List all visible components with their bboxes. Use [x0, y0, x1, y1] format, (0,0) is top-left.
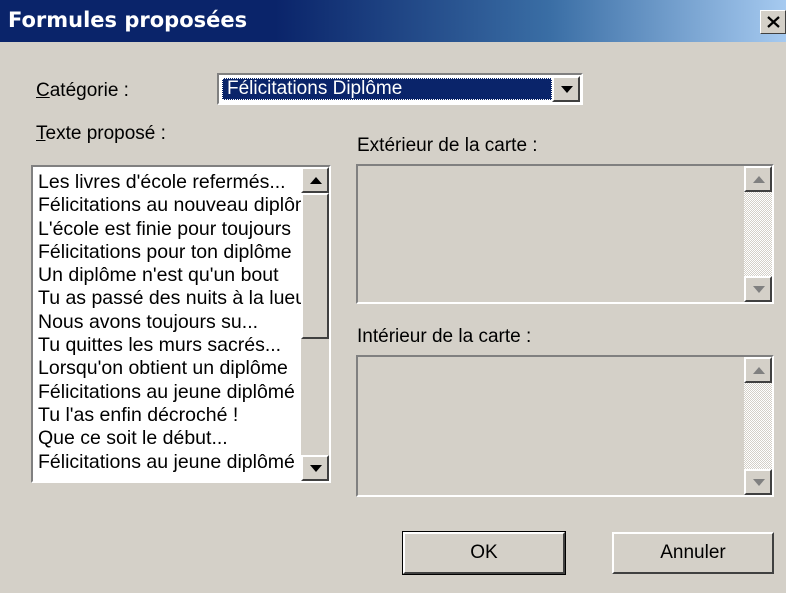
arrow-down-icon [310, 465, 322, 472]
outside-label: Extérieur de la carte : [357, 135, 538, 156]
category-dropdown-button[interactable] [552, 76, 580, 102]
list-item[interactable]: Félicitations au jeune diplômé [38, 451, 304, 474]
list-item[interactable]: Félicitations au nouveau diplômé [38, 194, 304, 217]
title-bar[interactable]: Formules proposées [0, 0, 786, 42]
list-item[interactable]: Tu quittes les murs sacrés... [38, 334, 304, 357]
texts-label: Texte proposé : [36, 123, 166, 144]
scroll-up-button[interactable] [744, 166, 772, 192]
inside-label: Intérieur de la carte : [357, 326, 532, 347]
ok-button[interactable]: OK [402, 531, 566, 575]
scroll-down-button[interactable] [301, 455, 329, 481]
category-label: Catégorie : [36, 80, 129, 101]
scroll-down-button[interactable] [744, 469, 772, 495]
arrow-up-icon [753, 176, 765, 183]
outside-scrollbar[interactable] [744, 166, 772, 302]
arrow-up-icon [310, 177, 322, 184]
list-item[interactable]: Les livres d'école refermés... [38, 171, 304, 194]
list-item[interactable]: Nous avons toujours su... [38, 311, 304, 334]
close-button[interactable] [760, 10, 786, 34]
scroll-down-button[interactable] [744, 276, 772, 302]
scroll-up-button[interactable] [744, 357, 772, 383]
arrow-down-icon [753, 286, 765, 293]
list-item[interactable]: L'école est finie pour toujours [38, 218, 304, 241]
formules-dialog: Formules proposées Catégorie : Félicitat… [0, 0, 786, 593]
inside-text-field[interactable] [356, 355, 774, 497]
window-title: Formules proposées [8, 8, 248, 32]
scroll-up-button[interactable] [301, 167, 329, 193]
list-item[interactable]: Tu as passé des nuits à la lueur [38, 287, 304, 310]
list-item[interactable]: Félicitations pour ton diplôme [38, 241, 304, 264]
arrow-up-icon [753, 367, 765, 374]
cancel-button[interactable]: Annuler [612, 532, 774, 574]
category-select[interactable]: Félicitations Diplôme [217, 73, 583, 105]
list-item[interactable]: Que ce soit le début... [38, 427, 304, 450]
close-icon [767, 16, 780, 28]
scroll-thumb[interactable] [301, 193, 329, 339]
chevron-down-icon [561, 86, 573, 93]
list-item[interactable]: Lorsqu'on obtient un diplôme [38, 357, 304, 380]
list-item[interactable]: Félicitations au jeune diplômé [38, 381, 304, 404]
proposed-texts-listbox[interactable]: Les livres d'école refermés... Félicitat… [31, 165, 331, 483]
list-item[interactable]: Un diplôme n'est qu'un bout [38, 264, 304, 287]
list-item[interactable]: Tu l'as enfin décroché ! [38, 404, 304, 427]
arrow-down-icon [753, 479, 765, 486]
proposed-texts-list: Les livres d'école refermés... Félicitat… [38, 171, 304, 474]
outside-text-field[interactable] [356, 164, 774, 304]
category-selected-value: Félicitations Diplôme [222, 78, 552, 100]
list-scrollbar[interactable] [301, 167, 329, 481]
inside-scrollbar[interactable] [744, 357, 772, 495]
